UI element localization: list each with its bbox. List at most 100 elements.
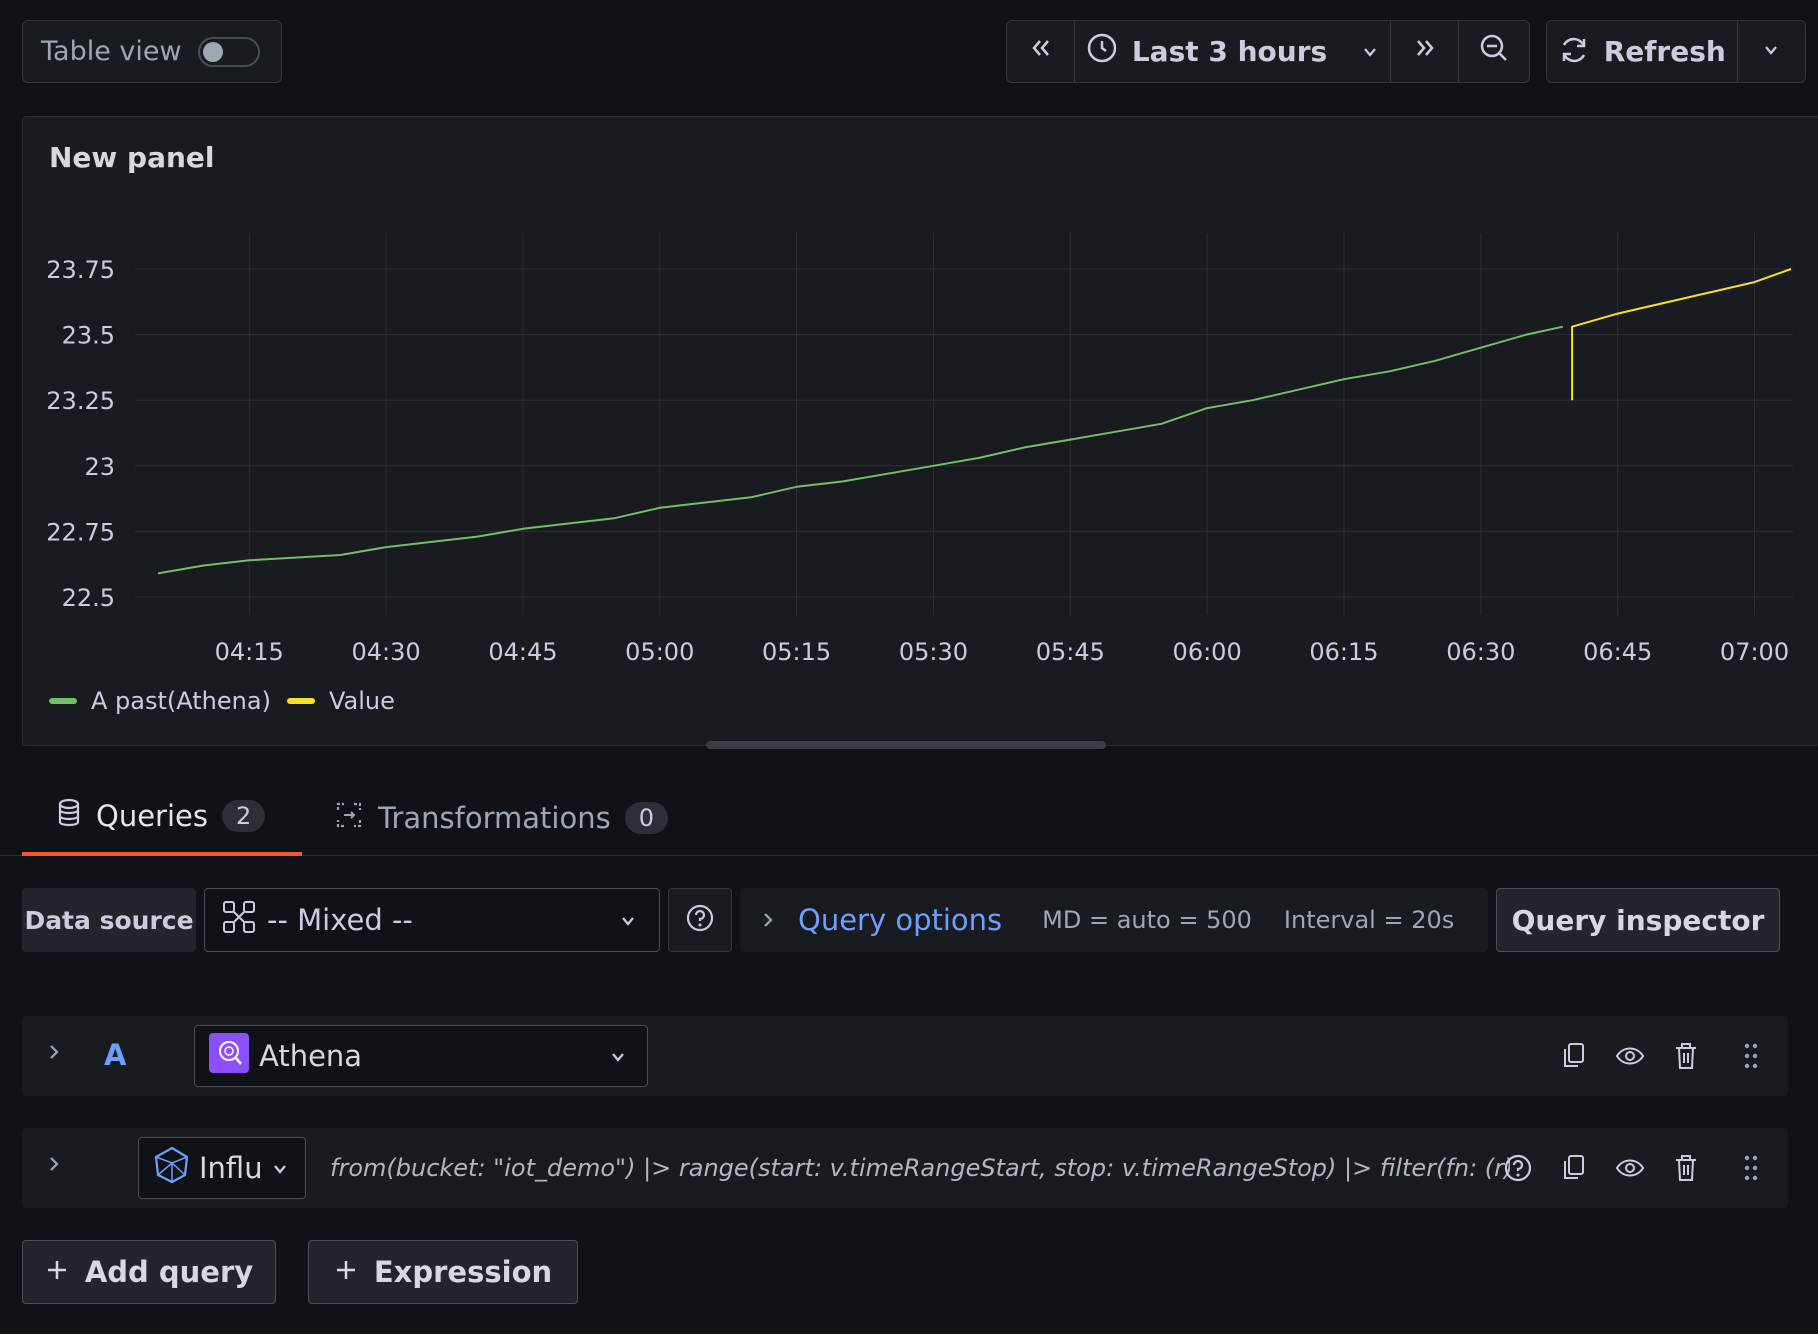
legend-label: A past(Athena) xyxy=(91,687,271,715)
time-forward-button[interactable] xyxy=(1391,21,1459,82)
eye-icon[interactable] xyxy=(1602,1044,1658,1068)
time-range-picker[interactable]: Last 3 hours xyxy=(1075,21,1391,82)
panel-resize-splitter[interactable] xyxy=(706,741,1106,749)
tab-transformations[interactable]: Transformations 0 xyxy=(334,780,668,856)
legend-item-athena[interactable]: A past(Athena) xyxy=(49,687,271,715)
plus-icon xyxy=(45,1255,69,1289)
tab-count-badge: 2 xyxy=(221,800,266,832)
chevrons-left-icon xyxy=(1028,35,1054,68)
legend-item-value[interactable]: Value xyxy=(287,687,395,715)
plus-icon xyxy=(334,1255,358,1289)
query-text-preview[interactable]: from(bucket: "iot_demo") |> range(start:… xyxy=(330,1128,1510,1208)
tab-queries[interactable]: Queries 2 xyxy=(22,780,302,856)
influxdb-logo-icon xyxy=(153,1146,191,1191)
chevrons-right-icon xyxy=(1412,35,1438,68)
x-tick-label: 07:00 xyxy=(1720,638,1789,666)
chevron-down-icon xyxy=(271,1151,289,1185)
refresh-group: Refresh xyxy=(1546,20,1806,83)
refresh-button[interactable]: Refresh xyxy=(1547,21,1738,82)
zoom-out-button[interactable] xyxy=(1459,21,1529,82)
time-picker-group: Last 3 hours xyxy=(1006,20,1530,83)
question-circle-icon xyxy=(685,903,715,937)
x-tick-label: 04:15 xyxy=(215,638,284,666)
chevron-right-icon xyxy=(760,905,776,936)
x-tick-label: 05:00 xyxy=(625,638,694,666)
clock-icon xyxy=(1086,32,1118,71)
duplicate-query-icon[interactable] xyxy=(1546,1153,1602,1183)
query-ref-id[interactable]: A xyxy=(104,1038,126,1072)
drag-handle-icon[interactable] xyxy=(1714,1153,1788,1183)
query-datasource-picker[interactable]: Influ xyxy=(138,1137,306,1199)
x-tick-label: 05:15 xyxy=(762,638,831,666)
time-range-label: Last 3 hours xyxy=(1131,35,1328,68)
tab-label: Transformations xyxy=(378,801,611,835)
x-tick-label: 06:30 xyxy=(1446,638,1515,666)
x-tick-label: 05:45 xyxy=(1036,638,1105,666)
x-tick-label: 06:00 xyxy=(1173,638,1242,666)
editor-tabs: Queries 2 Transformations 0 xyxy=(0,780,1818,856)
chevron-right-icon[interactable] xyxy=(46,1154,62,1179)
add-query-button[interactable]: Add query xyxy=(22,1240,276,1304)
refresh-label: Refresh xyxy=(1603,35,1726,68)
mixed-datasource-icon xyxy=(221,899,257,942)
x-tick-label: 06:15 xyxy=(1309,638,1378,666)
x-tick-label: 06:45 xyxy=(1583,638,1652,666)
legend-swatch-green xyxy=(49,698,77,704)
trash-icon[interactable] xyxy=(1658,1153,1714,1183)
legend-label: Value xyxy=(329,687,395,715)
chevron-down-icon xyxy=(619,903,637,937)
x-tick-label: 04:45 xyxy=(488,638,557,666)
query-row: A Athena xyxy=(22,1016,1788,1096)
y-tick-label: 23.25 xyxy=(46,387,115,415)
y-tick-label: 23.75 xyxy=(46,256,115,284)
x-tick-label: 04:30 xyxy=(351,638,420,666)
series-line-athena xyxy=(157,325,1564,575)
data-source-value: -- Mixed -- xyxy=(267,903,413,937)
time-series-chart[interactable]: 23.75 23.5 23.25 23 22.75 22.5 04:15 04:30 04:45… xyxy=(23,117,1818,747)
time-back-button[interactable] xyxy=(1007,21,1075,82)
data-source-picker[interactable]: -- Mixed -- xyxy=(204,888,660,952)
transformations-icon xyxy=(334,800,364,837)
y-tick-label: 23 xyxy=(84,453,115,481)
refresh-icon xyxy=(1558,34,1590,70)
expression-label: Expression xyxy=(373,1255,553,1289)
table-view-label: Table view xyxy=(41,36,182,67)
question-circle-icon[interactable] xyxy=(1490,1153,1546,1183)
zoom-out-icon xyxy=(1478,32,1510,71)
data-source-help-button[interactable] xyxy=(668,888,732,952)
tab-label: Queries xyxy=(96,799,208,833)
panel: New panel 23.75 23.5 23.25 23 22.75 22.5 04:15… xyxy=(22,116,1818,746)
add-query-label: Add query xyxy=(84,1255,254,1289)
chevron-down-icon xyxy=(1361,35,1379,68)
query-actions xyxy=(1546,1016,1788,1096)
refresh-interval-dropdown[interactable] xyxy=(1738,21,1805,82)
chevron-right-icon[interactable] xyxy=(46,1042,62,1067)
drag-handle-icon[interactable] xyxy=(1714,1041,1788,1071)
y-tick-label: 23.5 xyxy=(62,322,115,350)
query-options-label: Query options xyxy=(798,903,1003,937)
table-view-toggle[interactable]: Table view xyxy=(22,20,282,83)
tab-count-badge: 0 xyxy=(624,802,668,834)
x-tick-label: 05:30 xyxy=(899,638,968,666)
query-options-toggle[interactable]: Query options MD = auto = 500 Interval =… xyxy=(740,888,1488,952)
query-row: Influ from(bucket: "iot_demo") |> range(… xyxy=(22,1128,1788,1208)
query-datasource-picker[interactable]: Athena xyxy=(194,1025,648,1087)
database-icon xyxy=(56,798,82,835)
athena-logo-icon xyxy=(209,1032,249,1080)
chevron-down-icon xyxy=(609,1039,627,1073)
query-datasource-name: Athena xyxy=(259,1039,363,1073)
table-view-switch[interactable] xyxy=(197,36,260,67)
query-datasource-name: Influ xyxy=(199,1151,263,1185)
eye-icon[interactable] xyxy=(1602,1156,1658,1180)
legend-swatch-yellow xyxy=(287,698,315,704)
y-tick-label: 22.75 xyxy=(46,518,115,546)
add-expression-button[interactable]: Expression xyxy=(308,1240,578,1304)
chevron-down-icon xyxy=(1762,41,1780,63)
trash-icon[interactable] xyxy=(1658,1041,1714,1071)
y-tick-label: 22.5 xyxy=(62,584,115,612)
interval-info: Interval = 20s xyxy=(1283,906,1455,934)
query-actions xyxy=(1490,1128,1788,1208)
duplicate-query-icon[interactable] xyxy=(1546,1041,1602,1071)
max-datapoints-info: MD = auto = 500 xyxy=(1042,906,1252,934)
query-inspector-button[interactable]: Query inspector xyxy=(1496,888,1780,952)
